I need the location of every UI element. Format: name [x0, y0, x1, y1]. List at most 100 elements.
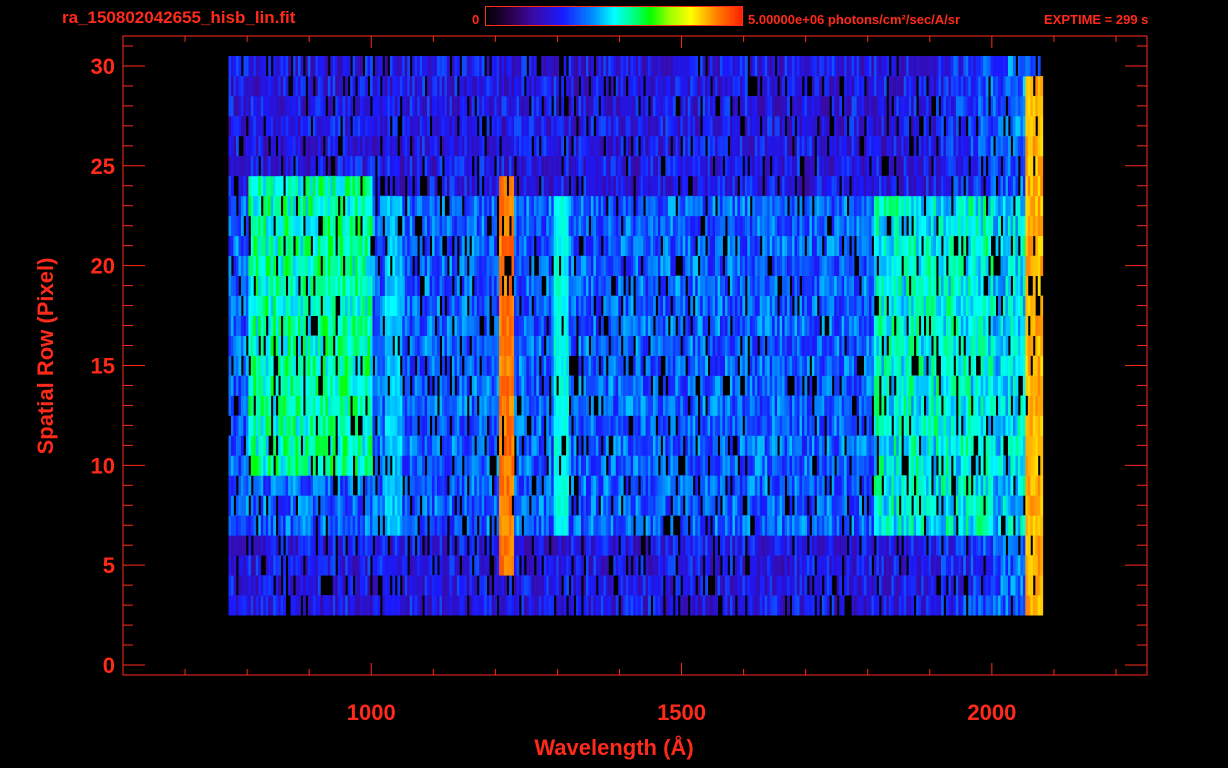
heatmap-cell	[660, 455, 664, 476]
heatmap-cell	[911, 515, 915, 536]
heatmap-cell	[978, 315, 982, 336]
heatmap-cell	[851, 575, 855, 596]
heatmap-cell	[347, 595, 351, 616]
heatmap-cell	[794, 395, 798, 416]
heatmap-cell	[856, 475, 860, 496]
heatmap-cell	[868, 275, 872, 296]
heatmap-cell	[953, 455, 957, 476]
heatmap-cell	[682, 335, 686, 356]
heatmap-cell	[379, 495, 383, 516]
heatmap-cell	[561, 355, 565, 376]
heatmap-cell	[350, 555, 354, 576]
heatmap-cell	[481, 395, 485, 416]
heatmap-cell	[543, 315, 547, 336]
heatmap-cell	[692, 495, 696, 516]
heatmap-cell	[389, 555, 393, 576]
heatmap-cell	[238, 535, 242, 556]
heatmap-cell	[1015, 295, 1019, 316]
heatmap-cell	[670, 555, 674, 576]
heatmap-cell	[779, 535, 783, 556]
heatmap-cell	[779, 495, 783, 516]
heatmap-cell	[782, 535, 785, 556]
heatmap-cell	[610, 295, 614, 316]
heatmap-cell	[506, 535, 510, 556]
heatmap-cell	[481, 595, 485, 616]
heatmap-cell	[439, 535, 443, 556]
heatmap-cell	[546, 495, 550, 516]
heatmap-cell	[461, 375, 465, 396]
heatmap-cell	[891, 295, 895, 316]
heatmap-cell	[350, 475, 354, 496]
heatmap-cell	[290, 295, 294, 316]
heatmap-cell	[876, 555, 880, 576]
heatmap-cell	[340, 395, 344, 416]
heatmap-cell	[245, 575, 249, 596]
heatmap-cell	[1012, 415, 1016, 436]
heatmap-cell	[613, 535, 617, 556]
heatmap-cell	[538, 375, 542, 396]
heatmap-cell	[454, 355, 458, 376]
heatmap-cell	[754, 295, 758, 316]
heatmap-cell	[712, 355, 716, 376]
heatmap-cell	[372, 295, 376, 316]
heatmap-cell	[831, 555, 835, 576]
heatmap-cell	[551, 495, 555, 516]
heatmap-cell	[923, 475, 927, 496]
heatmap-cell	[394, 275, 398, 296]
heatmap-cell	[571, 315, 574, 336]
heatmap-cell	[945, 475, 949, 496]
heatmap-cell	[397, 255, 401, 277]
heatmap-cell	[652, 415, 656, 436]
heatmap-cell	[402, 355, 406, 376]
heatmap-cell	[320, 275, 324, 296]
heatmap-cell	[315, 275, 319, 296]
heatmap-cell	[578, 575, 582, 596]
heatmap-cell	[551, 575, 555, 596]
heatmap-cell	[302, 535, 306, 556]
heatmap-cell	[787, 315, 790, 336]
heatmap-cell	[541, 295, 545, 316]
heatmap-cell	[615, 415, 619, 436]
heatmap-cell	[568, 315, 572, 336]
heatmap-cell	[566, 255, 569, 277]
heatmap-cell	[476, 315, 480, 336]
heatmap-cell	[881, 315, 885, 336]
heatmap-cell	[831, 595, 835, 616]
heatmap-cell	[273, 275, 277, 296]
heatmap-cell	[446, 575, 450, 596]
heatmap-cell	[553, 395, 557, 416]
heatmap-cell	[933, 275, 937, 296]
heatmap-cell	[948, 495, 952, 516]
heatmap-cell	[804, 475, 808, 496]
heatmap-cell	[315, 255, 319, 277]
heatmap-cell	[710, 455, 713, 476]
heatmap-cell	[787, 355, 790, 376]
heatmap-cell	[608, 375, 612, 396]
heatmap-cell	[680, 595, 684, 616]
heatmap-cell	[732, 395, 736, 416]
heatmap-cell	[603, 535, 607, 556]
heatmap-cell	[868, 515, 872, 536]
heatmap-cell	[953, 535, 957, 556]
heatmap-cell	[511, 315, 515, 336]
heatmap-cell	[667, 575, 671, 596]
heatmap-cell	[963, 555, 967, 576]
heatmap-cell	[350, 575, 354, 596]
heatmap-cell	[444, 595, 448, 616]
heatmap-cell	[521, 555, 525, 576]
heatmap-cell	[280, 375, 284, 396]
heatmap-cell	[275, 315, 279, 336]
heatmap-cell	[782, 495, 785, 516]
heatmap-cell	[250, 455, 254, 476]
heatmap-cell	[620, 575, 624, 596]
heatmap-cell	[1037, 415, 1041, 436]
heatmap-cell	[623, 455, 627, 476]
heatmap-cell	[350, 275, 354, 296]
heatmap-cell	[933, 295, 937, 316]
heatmap-cell	[394, 555, 398, 576]
heatmap-cell	[302, 255, 306, 277]
heatmap-cell	[491, 355, 495, 376]
heatmap-cell	[568, 435, 572, 456]
heatmap-cell	[389, 355, 393, 376]
heatmap-cell	[566, 295, 569, 316]
